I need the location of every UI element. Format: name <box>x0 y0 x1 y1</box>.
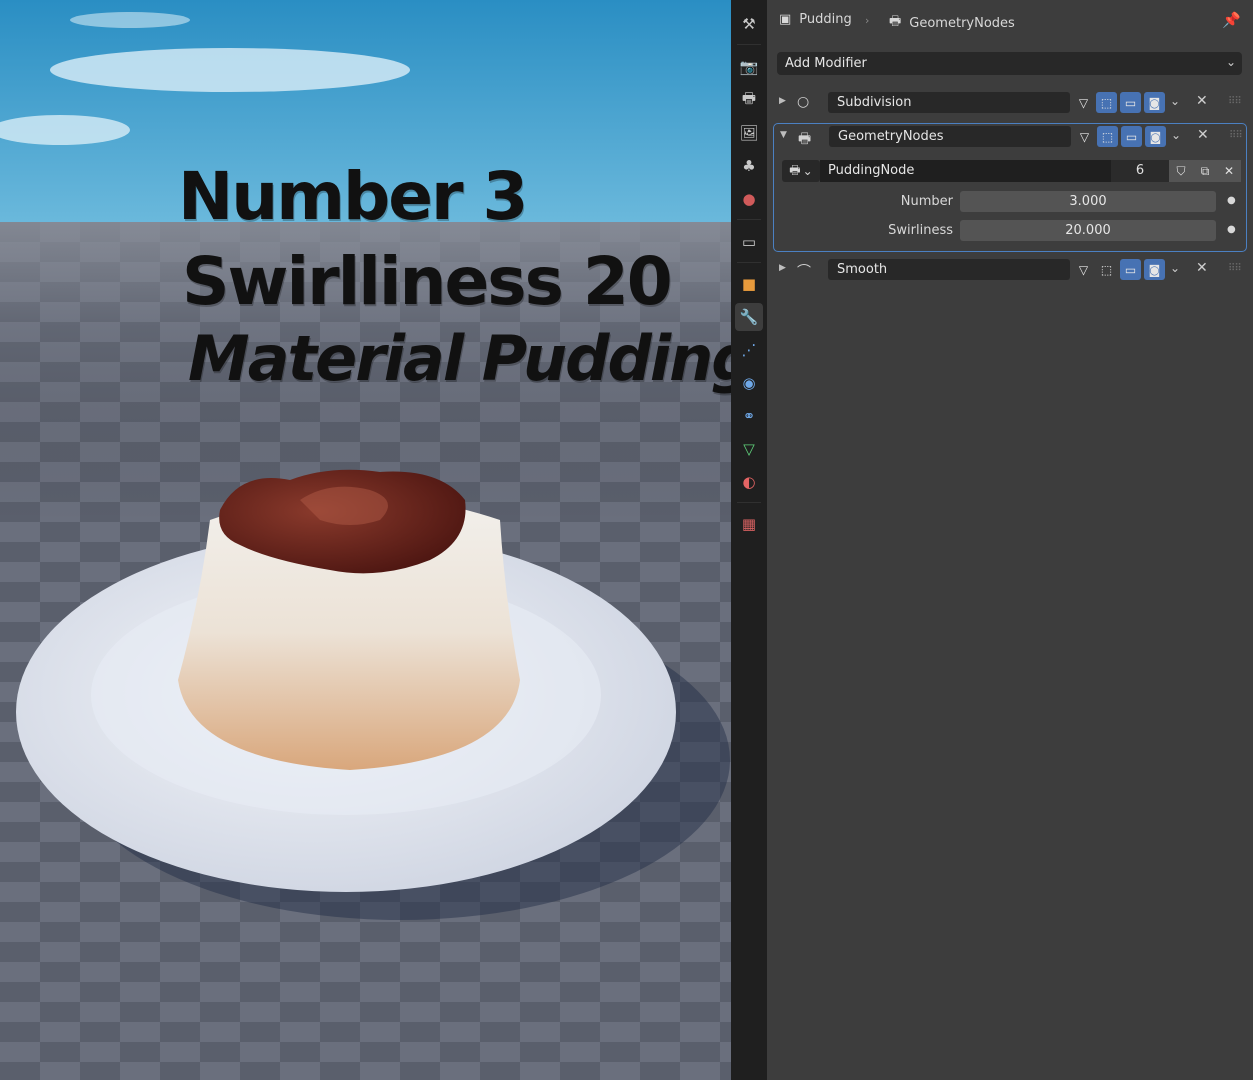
drag-handle-icon[interactable]: ⠿⠿ <box>1228 96 1242 107</box>
close-icon[interactable]: ✕ <box>1196 260 1208 276</box>
scene-icon: ♣ <box>742 157 756 175</box>
chevron-down-icon[interactable]: ⌄ <box>1171 128 1181 142</box>
breadcrumb-modifier[interactable]: 🖶 GeometryNodes <box>889 12 1015 34</box>
number-field[interactable]: 3.000 <box>960 191 1216 212</box>
properties-panel: ▣ Pudding › 🖶 GeometryNodes 📌 Add Modifi… <box>767 0 1253 1080</box>
modifier-tab[interactable]: 🔧 <box>735 303 763 331</box>
swirliness-label: Swirliness <box>888 223 953 238</box>
keyframe-dot-icon[interactable]: ● <box>1227 224 1236 235</box>
chevron-down-icon[interactable]: ⌄ <box>1170 261 1180 275</box>
render-icon: 📷 <box>739 58 759 76</box>
viewport-display-icon[interactable]: ▭ <box>1121 126 1142 147</box>
physics-tab[interactable]: ◉ <box>735 369 763 397</box>
tool-icon: ⚒ <box>742 15 756 33</box>
close-icon[interactable]: ✕ <box>1196 93 1208 109</box>
material-tab[interactable]: ◐ <box>735 468 763 496</box>
data-tab[interactable]: ▽ <box>735 435 763 463</box>
collapse-arrow-icon[interactable]: ▼ <box>780 130 787 140</box>
edit-cage-icon[interactable]: ▽ <box>1073 92 1094 113</box>
breadcrumb-object[interactable]: ▣ Pudding <box>779 12 852 27</box>
wrench-icon: 🔧 <box>739 308 759 326</box>
render-camera-icon[interactable]: ◙ <box>1145 126 1166 147</box>
prop-row-swirliness: Swirliness 20.000 ● <box>774 220 1248 242</box>
material-icon: ◐ <box>742 473 756 491</box>
particles-tab[interactable]: ⋰ <box>735 336 763 364</box>
keyframe-dot-icon[interactable]: ● <box>1227 195 1236 206</box>
editmode-icon[interactable]: ⬚ <box>1096 92 1117 113</box>
world-icon: ● <box>742 190 756 208</box>
node-group-name-field[interactable]: PuddingNode <box>820 160 1111 182</box>
breadcrumb-separator: › <box>865 14 870 27</box>
add-modifier-label: Add Modifier <box>785 56 867 71</box>
prop-row-number: Number 3.000 ● <box>774 191 1248 213</box>
constraint-icon: ⚭ <box>742 407 756 425</box>
number-label: Number <box>900 194 953 209</box>
output-tab[interactable]: 🖶 <box>735 86 763 114</box>
edit-cage-icon[interactable]: ▽ <box>1074 126 1095 147</box>
modifier-geometry-nodes: ▼ 🖶 GeometryNodes ▽ ⬚ ▭ ◙ ⌄ ✕ ⠿⠿ 🖶 ⌄ Pudd… <box>773 123 1247 252</box>
expand-arrow-icon[interactable]: ▶ <box>779 263 786 273</box>
render-tab[interactable]: 📷 <box>735 53 763 81</box>
overlay-material-text: Material Pudding <box>188 322 731 395</box>
geometry-nodes-icon: 🖶 <box>798 131 812 147</box>
output-icon: 🖶 <box>741 88 757 107</box>
overlay-number-text: Number 3 <box>178 158 528 235</box>
world-tab[interactable]: ● <box>735 185 763 213</box>
duplicate-icon[interactable]: ⧉ <box>1193 160 1217 182</box>
constraints-tab[interactable]: ⚭ <box>735 402 763 430</box>
node-tree-browse-button[interactable]: 🖶 ⌄ <box>782 160 820 182</box>
modifier-smooth: ▶ ⌒ Smooth ▽ ⬚ ▭ ◙ ⌄ ✕ ⠿⠿ <box>773 257 1247 283</box>
geometry-nodes-icon: 🖶 <box>889 14 902 29</box>
physics-icon: ◉ <box>742 374 756 392</box>
object-icon: ■ <box>741 275 757 293</box>
node-group-selector: 🖶 ⌄ PuddingNode 6 ⛉ ⧉ ✕ <box>782 160 1241 182</box>
object-tab[interactable]: ■ <box>735 270 763 298</box>
render-camera-icon[interactable]: ◙ <box>1144 259 1165 280</box>
pin-icon[interactable]: 📌 <box>1222 11 1241 29</box>
modifier-name-field[interactable]: Subdivision <box>828 92 1070 113</box>
overlay-swirliness-text: Swirlliness 20 <box>182 243 673 320</box>
viewport-display-icon[interactable]: ▭ <box>1120 259 1141 280</box>
tool-tab[interactable]: ⚒ <box>735 10 763 38</box>
breadcrumb: ▣ Pudding › 🖶 GeometryNodes 📌 <box>767 0 1253 42</box>
add-modifier-dropdown[interactable]: Add Modifier ⌄ <box>777 52 1242 75</box>
object-icon: ▣ <box>779 12 792 27</box>
editmode-icon[interactable]: ⬚ <box>1096 259 1117 280</box>
view-layer-icon: 🖼 <box>739 124 759 142</box>
editmode-icon[interactable]: ⬚ <box>1097 126 1118 147</box>
subdivision-icon: ○ <box>797 94 810 110</box>
collection-tab[interactable]: ▭ <box>735 228 763 256</box>
swirliness-field[interactable]: 20.000 <box>960 220 1216 241</box>
chevron-down-icon[interactable]: ⌄ <box>1170 94 1180 108</box>
drag-handle-icon[interactable]: ⠿⠿ <box>1228 263 1242 274</box>
chevron-down-icon: ⌄ <box>1225 55 1236 69</box>
particles-icon: ⋰ <box>741 341 757 359</box>
modifier-subdivision: ▶ ○ Subdivision ▽ ⬚ ▭ ◙ ⌄ ✕ ⠿⠿ <box>773 90 1247 116</box>
viewport-display-icon[interactable]: ▭ <box>1120 92 1141 113</box>
user-count[interactable]: 6 <box>1111 160 1169 182</box>
breadcrumb-modifier-label: GeometryNodes <box>909 15 1015 31</box>
breadcrumb-object-label: Pudding <box>799 12 852 27</box>
3d-viewport[interactable]: Number 3 Swirlliness 20 Material Pudding <box>0 0 731 1080</box>
node-tree-icon: 🖶 <box>789 162 801 177</box>
texture-tab[interactable]: ▦ <box>735 510 763 538</box>
mesh-data-icon: ▽ <box>743 440 755 458</box>
fake-user-shield-icon[interactable]: ⛉ <box>1169 160 1193 182</box>
edit-cage-icon[interactable]: ▽ <box>1073 259 1094 280</box>
chevron-down-icon: ⌄ <box>802 164 813 178</box>
drag-handle-icon[interactable]: ⠿⠿ <box>1229 130 1243 141</box>
view-layer-tab[interactable]: 🖼 <box>735 119 763 147</box>
close-icon[interactable]: ✕ <box>1197 127 1209 143</box>
smooth-icon: ⌒ <box>797 264 811 280</box>
modifier-name-field[interactable]: GeometryNodes <box>829 126 1071 147</box>
render-camera-icon[interactable]: ◙ <box>1144 92 1165 113</box>
modifier-name-field[interactable]: Smooth <box>828 259 1070 280</box>
collection-icon: ▭ <box>741 233 757 251</box>
expand-arrow-icon[interactable]: ▶ <box>779 96 786 106</box>
texture-icon: ▦ <box>741 515 757 533</box>
scene-tab[interactable]: ♣ <box>735 152 763 180</box>
properties-tab-strip: ⚒ 📷 🖶 🖼 ♣ ● ▭ ■ 🔧 ⋰ ◉ ⚭ ▽ ◐ ▦ <box>731 0 767 1080</box>
unlink-close-icon[interactable]: ✕ <box>1217 160 1241 182</box>
